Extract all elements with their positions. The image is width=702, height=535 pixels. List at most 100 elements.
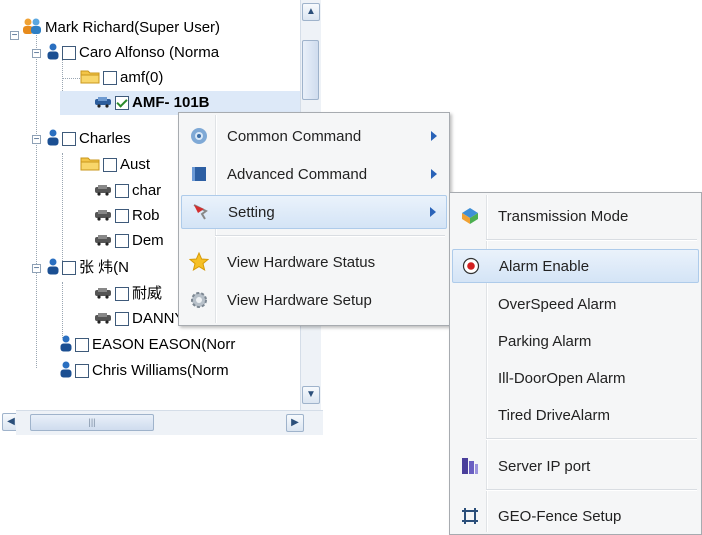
menu-item-label: View Hardware Setup	[227, 291, 372, 309]
tree-node-label: amf(0)	[120, 69, 164, 86]
node-checkbox[interactable]	[75, 338, 89, 352]
book-icon	[189, 164, 209, 184]
cog-icon	[189, 290, 209, 310]
submenu-item-label: Parking Alarm	[498, 332, 592, 350]
menu-item-label: Common Command	[227, 127, 362, 145]
menu-item-view-hardware-setup[interactable]: View Hardware Setup	[181, 283, 447, 317]
tree-user-node[interactable]: − Charles	[32, 127, 131, 151]
car-icon	[94, 183, 112, 200]
submenu-item-parking-alarm[interactable]: Parking Alarm	[452, 324, 699, 358]
node-checkbox[interactable]	[115, 209, 129, 223]
tree-node-label: char	[132, 182, 162, 199]
menu-separator	[486, 489, 697, 491]
tree-root[interactable]: − Mark Richard(Super User)	[10, 16, 220, 40]
collapse-icon[interactable]: −	[32, 134, 41, 144]
menu-item-label: View Hardware Status	[227, 253, 376, 271]
scroll-up-icon[interactable]: ▲	[302, 3, 320, 21]
scroll-down-icon[interactable]: ▼	[302, 386, 320, 404]
menu-separator	[486, 239, 697, 241]
collapse-icon[interactable]: −	[32, 48, 41, 58]
menu-separator	[215, 235, 445, 237]
tree-user-node[interactable]: EASON EASON(Norr	[60, 333, 235, 357]
node-checkbox[interactable]	[115, 287, 129, 301]
node-checkbox[interactable]	[103, 158, 117, 172]
geofence-icon	[460, 506, 480, 526]
horizontal-scroll-thumb[interactable]: |||	[30, 414, 154, 431]
node-checkbox[interactable]	[103, 71, 117, 85]
context-menu: Common Command Advanced Command Setting …	[178, 112, 450, 326]
tree-user-node[interactable]: − Caro Alfonso (Norma	[32, 41, 219, 65]
submenu-item-label: Alarm Enable	[499, 257, 590, 275]
vertical-scroll-thumb[interactable]	[302, 40, 319, 100]
tree-node-label: DANNY	[132, 310, 185, 327]
menu-item-label: Advanced Command	[227, 165, 368, 183]
collapse-icon[interactable]: −	[32, 263, 41, 273]
user-icon	[47, 43, 59, 64]
submenu-item-label: OverSpeed Alarm	[498, 295, 617, 313]
car-icon	[94, 233, 112, 250]
menu-item-label: Setting	[228, 203, 275, 221]
tree-group-node[interactable]: Aust	[80, 153, 150, 177]
node-checkbox-checked[interactable]	[115, 96, 129, 110]
user-icon	[60, 361, 72, 382]
submenu-item-label: Tired DriveAlarm	[498, 406, 610, 424]
user-icon	[47, 129, 59, 150]
submenu-item-transmission-mode[interactable]: Transmission Mode	[452, 199, 699, 233]
tree-node-label: 耐威	[132, 285, 163, 302]
node-checkbox[interactable]	[115, 312, 129, 326]
tree-vehicle-node[interactable]: char	[94, 179, 161, 203]
tree-vehicle-node[interactable]: DANNY	[94, 307, 185, 331]
submenu-item-overspeed-alarm[interactable]: OverSpeed Alarm	[452, 287, 699, 321]
submenu-arrow-icon	[431, 131, 437, 141]
node-checkbox[interactable]	[62, 132, 76, 146]
tree-vehicle-node[interactable]: 耐威	[94, 282, 162, 306]
menu-item-advanced-command[interactable]: Advanced Command	[181, 157, 447, 191]
menu-separator	[486, 438, 697, 440]
scroll-right-icon[interactable]: ▶	[286, 414, 304, 432]
tree-node-label: Charles	[79, 130, 131, 147]
node-checkbox[interactable]	[62, 261, 76, 275]
tree-node-label: Chris Williams(Norm	[92, 362, 229, 379]
tree-connector	[36, 28, 37, 368]
tree-vehicle-node[interactable]: Rob	[94, 204, 160, 228]
tree-node-label: 张 炜(N	[79, 259, 129, 276]
node-checkbox[interactable]	[115, 234, 129, 248]
submenu-item-alarm-enable[interactable]: Alarm Enable	[452, 249, 699, 283]
submenu-item-label: Ill-DoorOpen Alarm	[498, 369, 626, 387]
folder-icon	[80, 68, 100, 88]
transmission-icon	[460, 206, 480, 226]
tree-user-node[interactable]: − 张 炜(N	[32, 256, 129, 280]
submenu-item-label: Server IP port	[498, 457, 591, 475]
collapse-icon[interactable]: −	[10, 30, 19, 40]
gear-command-icon	[189, 126, 209, 146]
tree-node-label: Rob	[132, 207, 160, 224]
car-icon	[94, 286, 112, 303]
submenu-arrow-icon	[431, 169, 437, 179]
flag-icon	[190, 202, 210, 222]
node-checkbox[interactable]	[62, 46, 76, 60]
tree-connector	[62, 153, 63, 263]
user-icon	[47, 258, 59, 279]
tree-vehicle-node[interactable]: Dem	[94, 229, 164, 253]
tree-user-node[interactable]: Chris Williams(Norm	[60, 359, 229, 383]
horizontal-scrollbar[interactable]: ||| ▶	[16, 410, 323, 435]
tree-node-label: Caro Alfonso (Norma	[79, 44, 220, 61]
car-icon	[94, 95, 112, 112]
submenu-item-server-ip-port[interactable]: Server IP port	[452, 449, 699, 483]
menu-item-view-hardware-status[interactable]: View Hardware Status	[181, 245, 447, 279]
submenu-item-geo-fence-setup[interactable]: GEO-Fence Setup	[452, 499, 699, 533]
star-icon	[189, 252, 209, 272]
menu-item-common-command[interactable]: Common Command	[181, 119, 447, 153]
submenu-item-ill-dooropen-alarm[interactable]: Ill-DoorOpen Alarm	[452, 361, 699, 395]
tree-node-label: Dem	[132, 232, 164, 249]
setting-submenu: Transmission Mode Alarm Enable OverSpeed…	[449, 192, 702, 535]
node-checkbox[interactable]	[75, 364, 89, 378]
tree-group-node[interactable]: amf(0)	[80, 66, 163, 90]
server-icon	[460, 456, 480, 476]
user-icon	[60, 335, 72, 356]
node-checkbox[interactable]	[115, 184, 129, 198]
tree-node-label: EASON EASON(Norr	[92, 336, 236, 353]
submenu-item-tired-drive-alarm[interactable]: Tired DriveAlarm	[452, 398, 699, 432]
menu-item-setting[interactable]: Setting	[181, 195, 447, 229]
submenu-item-label: Transmission Mode	[498, 207, 629, 225]
